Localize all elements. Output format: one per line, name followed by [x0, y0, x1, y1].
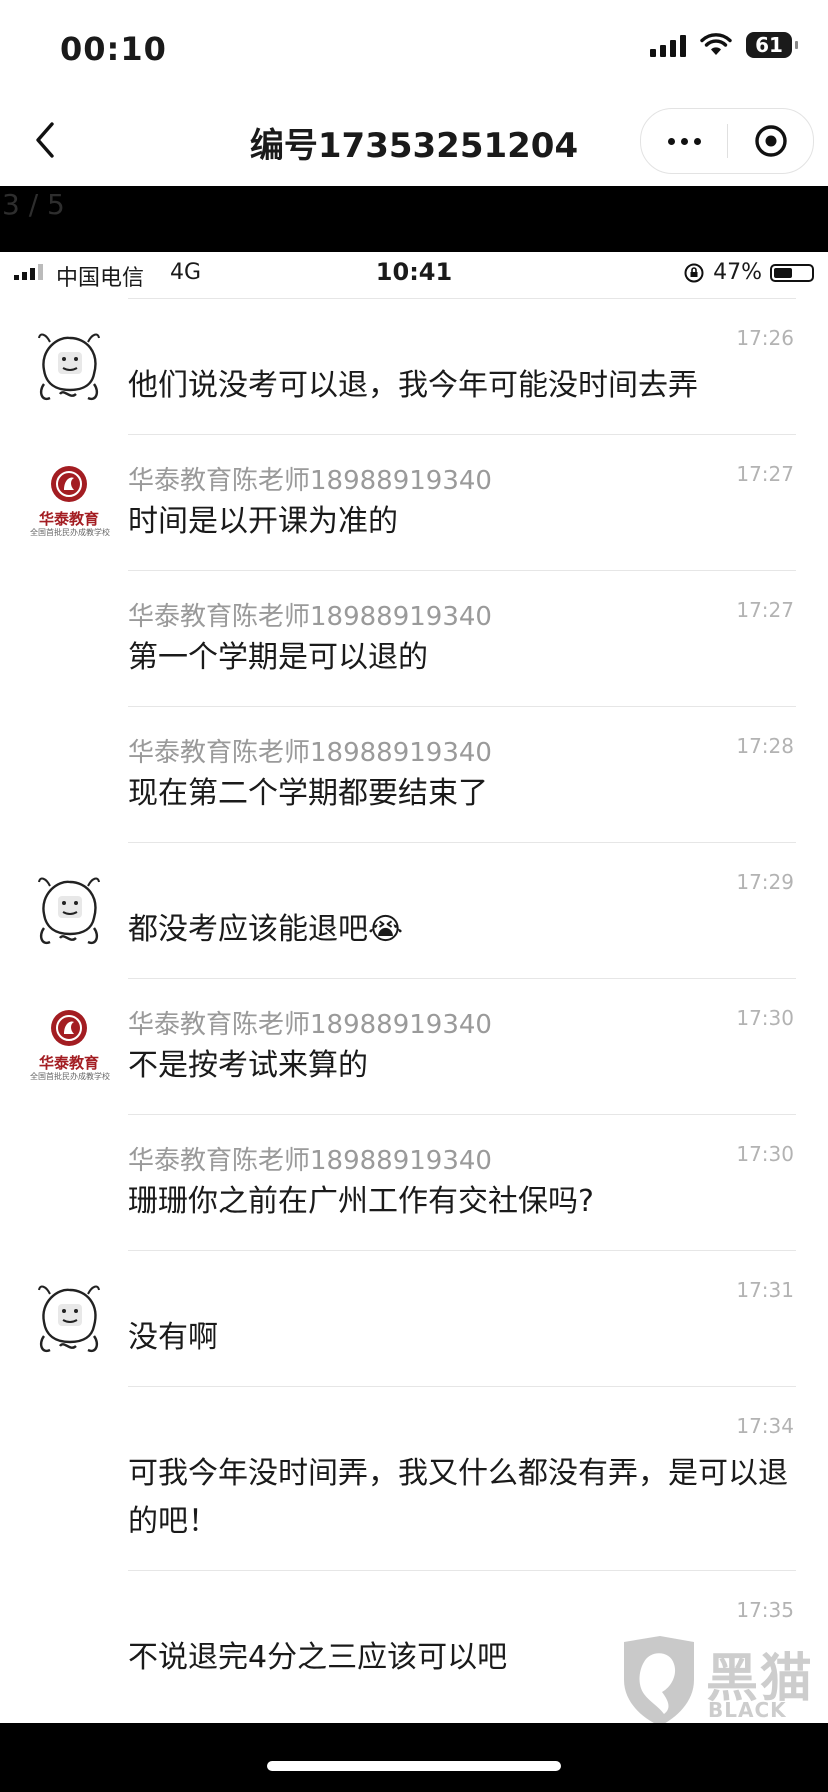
rotation-lock-icon	[684, 263, 704, 282]
battery-icon: 61	[746, 32, 798, 58]
meme-face-avatar-icon[interactable]	[30, 328, 108, 406]
divider	[128, 570, 796, 571]
meme-face-avatar-icon[interactable]	[30, 872, 108, 950]
message-item[interactable]: 17:34 可我今年没时间弄，我又什么都没有弄，是可以退的吧！	[0, 1404, 828, 1570]
school-logo-caption: 全国首批民办成教学校	[30, 1072, 110, 1081]
bottom-bar	[0, 1723, 828, 1792]
message-time: 17:29	[736, 870, 794, 894]
message-item[interactable]: 17:29 都没考应该能退吧😭	[0, 860, 828, 978]
school-logo-avatar[interactable]: 华泰教育 全国首批民办成教学校	[30, 1008, 110, 1086]
status-time: 00:10	[60, 30, 167, 68]
school-logo-avatar[interactable]: 华泰教育 全国首批民办成教学校	[30, 464, 110, 542]
message-text: 没有啊	[128, 1320, 218, 1355]
message-time: 17:27	[736, 462, 794, 486]
message-item[interactable]: 17:31 没有啊	[0, 1268, 828, 1386]
message-time: 17:28	[736, 734, 794, 758]
message-item[interactable]: 华泰教育陈老师18988919340 17:28 现在第二个学期都要结束了	[0, 724, 828, 842]
message-text: 不是按考试来算的	[128, 1048, 368, 1083]
image-viewer-band: 3 / 5	[0, 186, 828, 252]
school-logo-caption: 全国首批民办成教学校	[30, 528, 110, 537]
message-time: 17:27	[736, 598, 794, 622]
message-sender: 华泰教育陈老师18988919340	[128, 738, 492, 768]
divider	[128, 1570, 796, 1571]
school-logo-name: 华泰教育	[38, 1054, 99, 1072]
message-time: 17:31	[736, 1278, 794, 1302]
message-time: 17:34	[736, 1414, 794, 1438]
inner-status-right: 47%	[683, 260, 814, 285]
school-logo-icon	[51, 1010, 87, 1046]
battery-level: 61	[755, 33, 783, 57]
message-time: 17:30	[736, 1006, 794, 1030]
divider	[128, 434, 796, 435]
divider	[128, 1114, 796, 1115]
school-logo-name: 华泰教育	[38, 510, 99, 528]
black-cat-shield-icon	[624, 1636, 694, 1726]
inner-status-bar: 中国电信 4G 10:41 47%	[0, 252, 828, 294]
more-button[interactable]	[641, 109, 727, 173]
cellular-signal-icon	[650, 33, 686, 57]
mini-program-capsule	[640, 108, 814, 174]
message-text: 现在第二个学期都要结束了	[128, 776, 488, 811]
school-logo-icon	[51, 466, 87, 502]
message-text: 可我今年没时间弄，我又什么都没有弄，是可以退的吧！	[128, 1456, 788, 1539]
nav-header: 编号17353251204	[0, 96, 828, 186]
message-item[interactable]: 华泰教育陈老师18988919340 17:30 珊珊你之前在广州工作有交社保吗…	[0, 1132, 828, 1250]
inner-battery-icon	[770, 263, 814, 282]
status-bar: 00:10 61	[0, 0, 828, 96]
watermark: 黑猫 BLACK CAT	[620, 1636, 826, 1746]
message-text: 他们说没考可以退，我今年可能没时间去弄	[128, 368, 698, 403]
message-text: 都没考应该能退吧😭	[128, 912, 404, 947]
divider	[128, 1386, 796, 1387]
message-time: 17:26	[736, 326, 794, 350]
home-indicator[interactable]	[267, 1761, 561, 1771]
more-dots-icon	[667, 137, 675, 145]
wifi-icon	[700, 33, 732, 55]
inner-battery-text: 47%	[713, 260, 762, 285]
divider	[128, 978, 796, 979]
divider	[128, 298, 796, 299]
status-icons: 61	[650, 32, 798, 58]
message-time: 17:30	[736, 1142, 794, 1166]
meme-face-avatar-icon[interactable]	[30, 1280, 108, 1358]
divider	[128, 1250, 796, 1251]
message-sender: 华泰教育陈老师18988919340	[128, 602, 492, 632]
divider	[128, 706, 796, 707]
message-time: 17:35	[736, 1598, 794, 1622]
divider	[128, 842, 796, 843]
message-sender: 华泰教育陈老师18988919340	[128, 1010, 492, 1040]
message-item[interactable]: 17:26 他们说没考可以退，我今年可能没时间去弄	[0, 316, 828, 434]
close-button[interactable]	[728, 109, 813, 173]
message-sender: 华泰教育陈老师18988919340	[128, 1146, 492, 1176]
target-close-icon	[754, 125, 787, 157]
message-text: 第一个学期是可以退的	[128, 640, 428, 675]
message-item[interactable]: 华泰教育 全国首批民办成教学校 华泰教育陈老师18988919340 17:27…	[0, 452, 828, 570]
message-text: 珊珊你之前在广州工作有交社保吗?	[128, 1184, 594, 1219]
message-item[interactable]: 华泰教育 全国首批民办成教学校 华泰教育陈老师18988919340 17:30…	[0, 996, 828, 1114]
message-text: 时间是以开课为准的	[128, 504, 398, 539]
page-indicator: 3 / 5	[2, 188, 65, 221]
message-item[interactable]: 华泰教育陈老师18988919340 17:27 第一个学期是可以退的	[0, 588, 828, 706]
message-sender: 华泰教育陈老师18988919340	[128, 466, 492, 496]
